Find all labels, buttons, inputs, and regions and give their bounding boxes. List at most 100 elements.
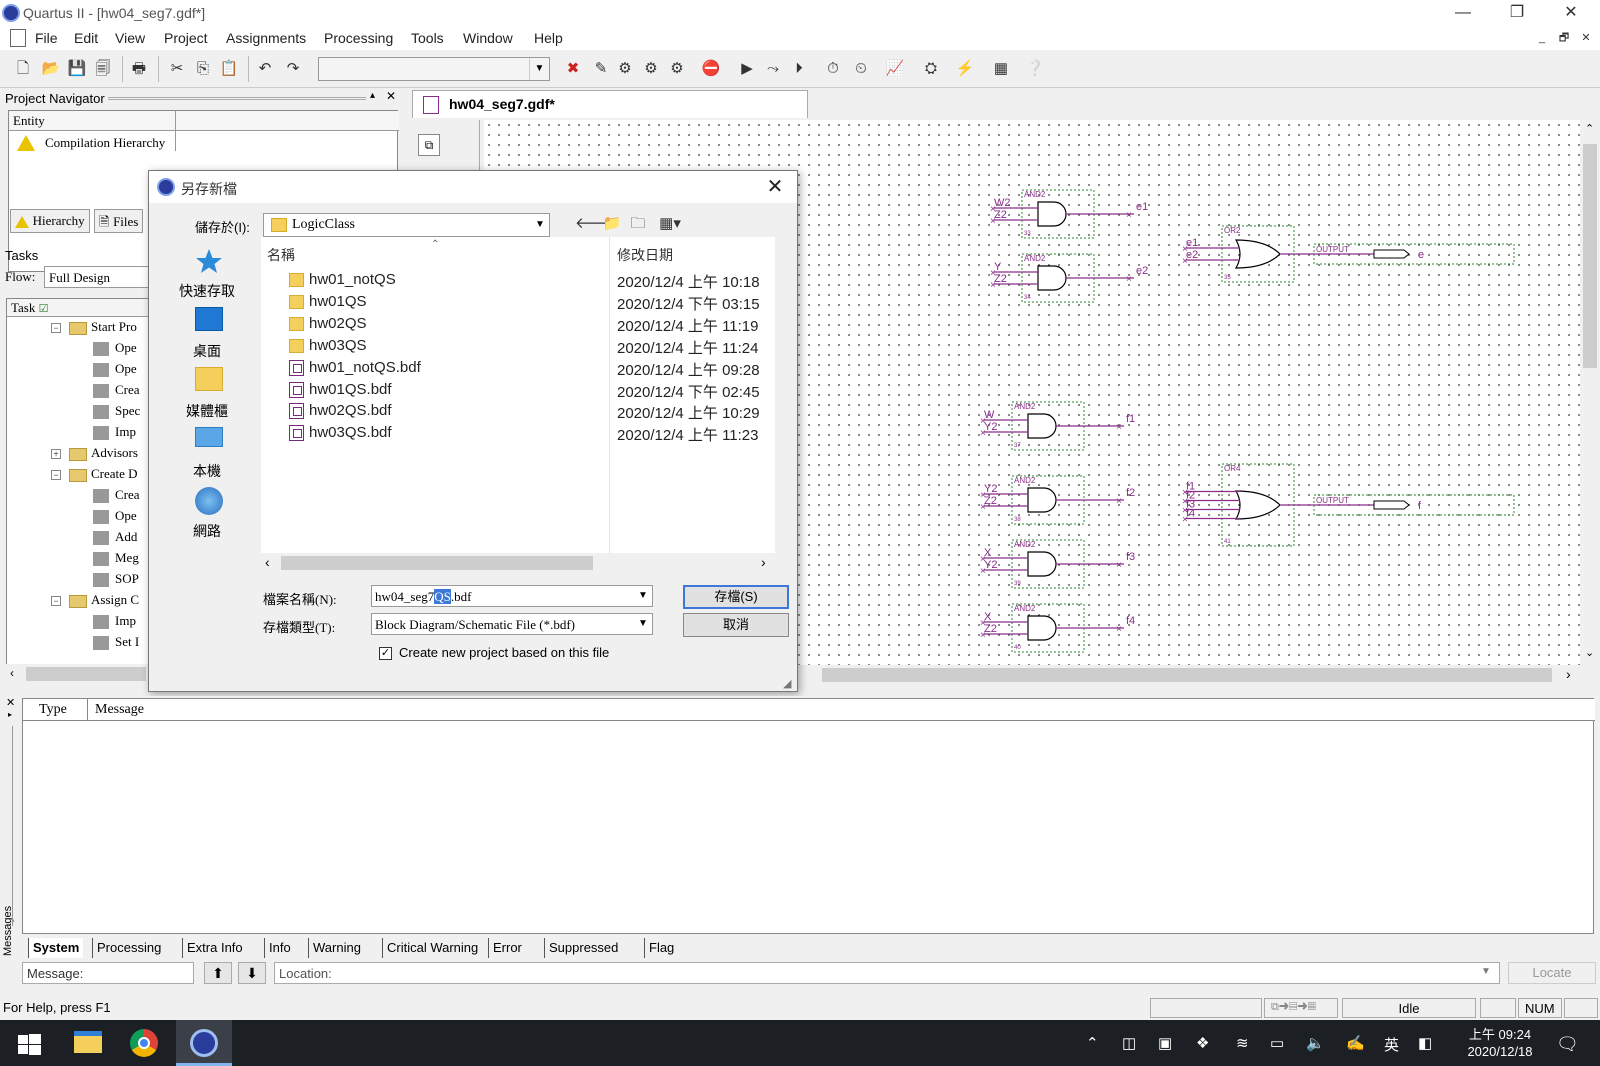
- folder-item[interactable]: hw02QS 2020/12/4 上午 11:19: [261, 313, 775, 335]
- create-project-checkbox[interactable]: ✓: [379, 647, 392, 660]
- new-file-icon[interactable]: 🗋: [12, 58, 34, 80]
- resize-grip-icon[interactable]: ◢: [783, 677, 791, 690]
- chevron-down-icon[interactable]: ▼: [531, 214, 549, 236]
- menu-project[interactable]: Project: [164, 30, 208, 46]
- task-item[interactable]: Imp: [7, 424, 151, 445]
- tab-error[interactable]: Error: [488, 938, 526, 958]
- messages-pin-icon[interactable]: ▸: [8, 710, 12, 719]
- help-icon[interactable]: ❔: [1024, 58, 1046, 80]
- place-this-pc[interactable]: 本機: [157, 425, 257, 483]
- collapse-icon[interactable]: −: [51, 470, 61, 481]
- view-menu-icon[interactable]: ▦▾: [653, 213, 687, 235]
- tab-info[interactable]: Info: [264, 938, 295, 958]
- navigator-close-icon[interactable]: ✕: [386, 89, 396, 103]
- save-all-icon[interactable]: 🗐: [92, 58, 114, 80]
- task-column-header[interactable]: Task ☑: [7, 299, 151, 317]
- task-item[interactable]: Set I: [7, 634, 151, 655]
- tab-processing[interactable]: Processing: [92, 938, 165, 958]
- column-header-modified[interactable]: 修改日期: [617, 245, 673, 265]
- copy-icon[interactable]: ⎘: [192, 58, 214, 80]
- task-item[interactable]: Spec: [7, 403, 151, 424]
- pin-icon[interactable]: ▴: [370, 90, 375, 101]
- cancel-button[interactable]: 取消: [683, 613, 789, 637]
- task-item[interactable]: + Advisors: [7, 445, 151, 466]
- back-arrow-icon[interactable]: 🡐: [575, 213, 615, 235]
- up-folder-icon[interactable]: 📁: [601, 213, 623, 235]
- file-item[interactable]: hw01_notQS.bdf 2020/12/4 上午 09:28: [261, 357, 775, 379]
- menu-window[interactable]: Window: [463, 30, 513, 46]
- filetype-select[interactable]: Block Diagram/Schematic File (*.bdf) ▼: [371, 613, 653, 635]
- place-libraries[interactable]: 媒體櫃: [157, 365, 257, 423]
- mdi-restore-button[interactable]: 🗗: [1556, 30, 1572, 46]
- navigator-horizontal-scrollbar[interactable]: ‹: [6, 664, 152, 684]
- tab-warning[interactable]: Warning: [308, 938, 365, 958]
- scroll-thumb[interactable]: [1583, 144, 1597, 368]
- task-item[interactable]: Crea: [7, 487, 151, 508]
- mdi-close-button[interactable]: ✕: [1578, 30, 1594, 46]
- task-item[interactable]: − Start Pro: [7, 319, 151, 340]
- programmer-icon[interactable]: ⚡: [954, 58, 976, 80]
- tab-flag[interactable]: Flag: [644, 938, 678, 958]
- toolbar-entity-combo[interactable]: ▼: [318, 57, 550, 81]
- menu-processing[interactable]: Processing: [324, 30, 393, 46]
- assignment-editor-icon[interactable]: ⛭: [920, 58, 942, 80]
- menu-help[interactable]: Help: [534, 30, 563, 46]
- chevron-down-icon[interactable]: ▼: [529, 58, 549, 80]
- save-in-select[interactable]: LogicClass ▼: [263, 213, 550, 237]
- entity-column-header[interactable]: Entity: [9, 111, 399, 151]
- menu-tools[interactable]: Tools: [411, 30, 444, 46]
- tab-extra-info[interactable]: Extra Info: [182, 938, 247, 958]
- redo-icon[interactable]: ↷: [282, 58, 304, 80]
- menu-file[interactable]: File: [35, 30, 58, 46]
- start-compilation-icon[interactable]: ▶: [736, 58, 758, 80]
- minimize-button[interactable]: —: [1440, 0, 1486, 26]
- scroll-right-icon[interactable]: ›: [761, 554, 766, 570]
- simulator-icon[interactable]: ⏱: [822, 58, 844, 80]
- file-item[interactable]: hw02QS.bdf 2020/12/4 上午 10:29: [261, 400, 775, 422]
- timing-analyzer-icon[interactable]: ⏲: [850, 58, 872, 80]
- file-item[interactable]: hw03QS.bdf 2020/12/4 上午 11:23: [261, 422, 775, 444]
- ime-mode-icon[interactable]: ◧: [1418, 1034, 1432, 1052]
- messages-close-icon[interactable]: ✕: [6, 696, 15, 709]
- column-header-name[interactable]: 名稱: [267, 245, 295, 265]
- task-item[interactable]: − Create D: [7, 466, 151, 487]
- chevron-down-icon[interactable]: ▼: [1481, 966, 1491, 977]
- document-menu-icon[interactable]: [10, 29, 26, 47]
- stop-icon[interactable]: ⛔: [700, 58, 722, 80]
- start-analysis-icon[interactable]: ⤳: [762, 58, 784, 80]
- windows-start-icon[interactable]: [14, 1029, 44, 1059]
- tab-hierarchy[interactable]: Hierarchy: [10, 209, 90, 233]
- scroll-thumb[interactable]: [26, 667, 146, 681]
- battery-icon[interactable]: ▭: [1270, 1034, 1284, 1052]
- collapse-icon[interactable]: −: [51, 323, 61, 334]
- task-item[interactable]: − Assign C: [7, 592, 151, 613]
- quartus-app-icon[interactable]: [2, 4, 20, 22]
- start-timing-icon[interactable]: ⏵: [788, 58, 810, 80]
- mdi-minimize-button[interactable]: _: [1534, 30, 1550, 46]
- scroll-right-icon[interactable]: ›: [1566, 666, 1571, 682]
- next-message-icon[interactable]: ⬇: [238, 962, 266, 984]
- previous-message-icon[interactable]: ⬆: [204, 962, 232, 984]
- pen-icon[interactable]: ✍: [1346, 1034, 1365, 1052]
- close-button[interactable]: ✕: [1548, 0, 1594, 26]
- compilation-report-icon[interactable]: 📈: [884, 58, 906, 80]
- canvas-vertical-scrollbar[interactable]: ⌃ ⌄: [1580, 120, 1600, 665]
- flow-select[interactable]: Full Design: [44, 266, 154, 288]
- task-item[interactable]: Ope: [7, 361, 151, 382]
- expand-icon[interactable]: +: [51, 449, 61, 460]
- ime-indicator[interactable]: 英: [1384, 1034, 1399, 1055]
- task-item[interactable]: Crea: [7, 382, 151, 403]
- tab-system[interactable]: System: [28, 938, 84, 958]
- folder-item[interactable]: hw03QS 2020/12/4 上午 11:24: [261, 335, 775, 357]
- chevron-down-icon[interactable]: ▼: [634, 614, 652, 634]
- open-file-icon[interactable]: 📂: [40, 58, 62, 80]
- quartus-taskbar-button[interactable]: [176, 1020, 232, 1066]
- chrome-icon[interactable]: [130, 1029, 158, 1057]
- task-item[interactable]: Add: [7, 529, 151, 550]
- synthesis-icon[interactable]: ⚙: [640, 58, 662, 80]
- locate-button[interactable]: Locate: [1508, 962, 1596, 984]
- analysis-icon[interactable]: ⚙: [614, 58, 636, 80]
- tab-suppressed[interactable]: Suppressed: [544, 938, 622, 958]
- file-list-horizontal-scrollbar[interactable]: ‹ ›: [261, 553, 775, 573]
- chat-tray-icon[interactable]: ▣: [1158, 1034, 1172, 1052]
